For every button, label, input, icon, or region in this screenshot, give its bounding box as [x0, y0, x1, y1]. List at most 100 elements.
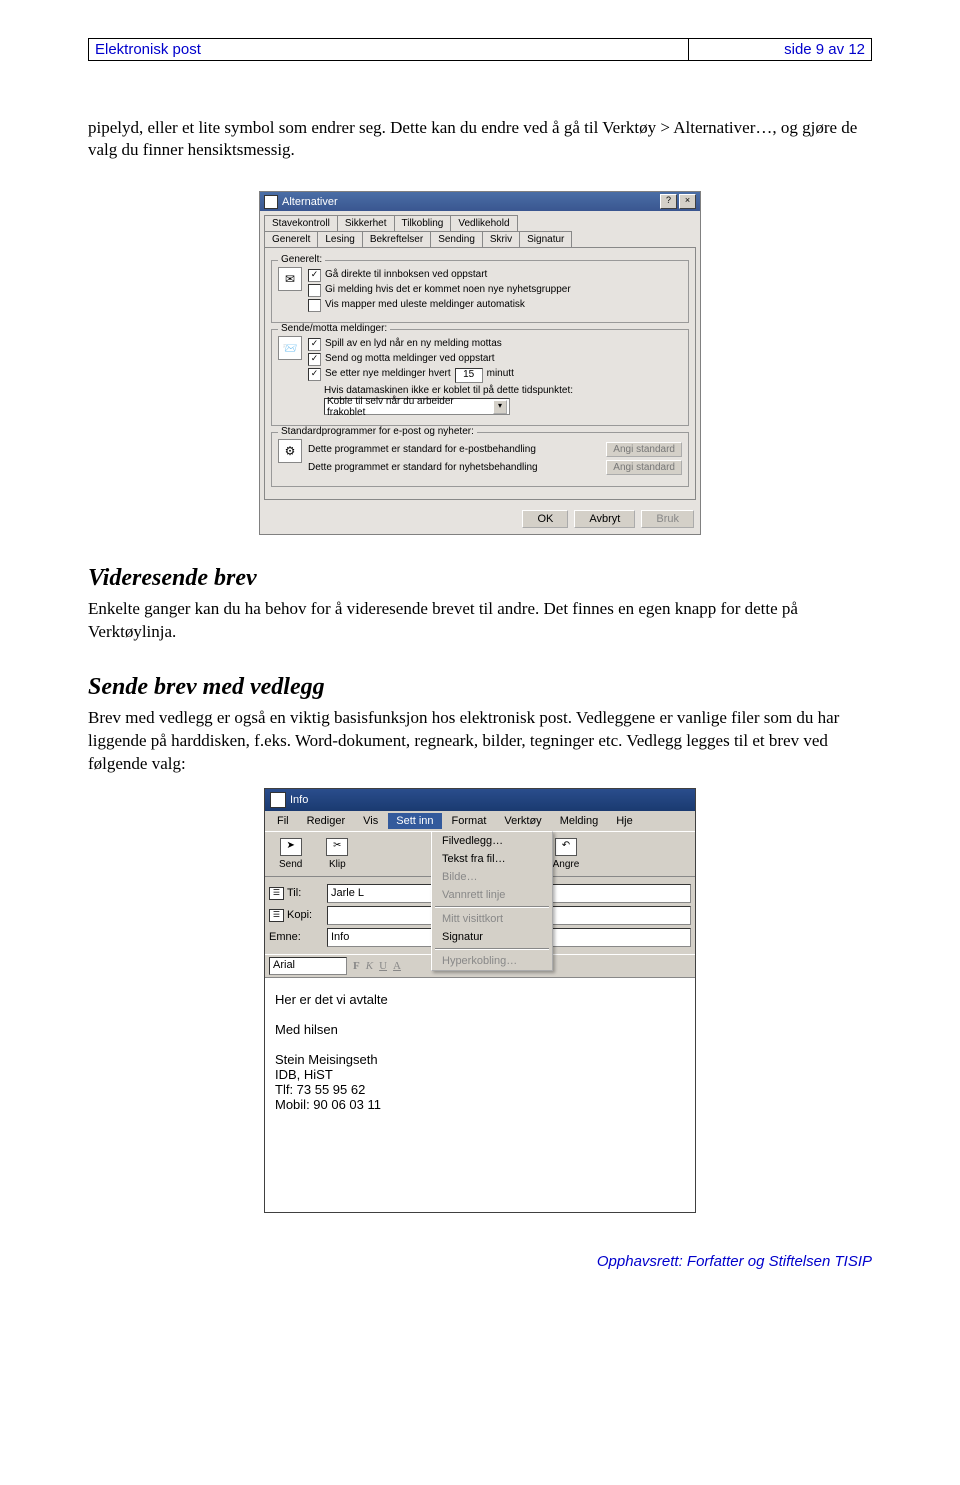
message-body[interactable]: Her er det vi avtalte Med hilsen Stein M… — [265, 978, 695, 1212]
tab-sikkerhet[interactable]: Sikkerhet — [337, 215, 395, 231]
underline-icon[interactable]: U — [379, 960, 387, 972]
menu-vis[interactable]: Vis — [355, 813, 386, 829]
dd-vannrett-linje[interactable]: Vannrett linje — [432, 886, 552, 904]
opt-label-suffix: minutt — [487, 368, 514, 379]
menu-fil[interactable]: Fil — [269, 813, 297, 829]
group-icon: ⚙ — [278, 439, 302, 463]
tab-stavekontroll[interactable]: Stavekontroll — [264, 215, 338, 231]
opt-label: Vis mapper med uleste meldinger automati… — [325, 299, 525, 310]
editor-line: Stein Meisingseth — [275, 1052, 685, 1067]
apply-button[interactable]: Bruk — [641, 510, 694, 528]
tab-row-top: Stavekontroll Sikkerhet Tilkobling Vedli… — [260, 211, 700, 231]
menu-verktoy[interactable]: Verktøy — [496, 813, 549, 829]
sett-inn-dropdown: Filvedlegg… Tekst fra fil… Bilde… Vannre… — [431, 831, 553, 971]
offline-label: Hvis datamaskinen ikke er koblet til på … — [324, 385, 573, 396]
dd-hyperkobling[interactable]: Hyperkobling… — [432, 952, 552, 970]
font-selector[interactable]: Arial — [269, 957, 347, 975]
address-book-icon[interactable]: ☰ — [269, 909, 284, 922]
standard-label: Dette programmet er standard for nyhetsb… — [308, 462, 600, 473]
header-right: side 9 av 12 — [688, 39, 871, 60]
group-label-standard: Standardprogrammer for e-post og nyheter… — [278, 426, 477, 437]
opt-label: Send og motta meldinger ved oppstart — [325, 353, 495, 364]
dd-bilde[interactable]: Bilde… — [432, 868, 552, 886]
group-send-motta: Sende/motta meldinger: 📨 ✓Spill av en ly… — [271, 329, 689, 426]
tab-row-bottom: Generelt Lesing Bekreftelser Sending Skr… — [260, 231, 700, 247]
to-label: Til: — [287, 887, 301, 899]
tab-lesing[interactable]: Lesing — [317, 231, 362, 247]
tab-bekreftelser[interactable]: Bekreftelser — [362, 231, 431, 247]
offline-dropdown[interactable]: Koble til selv når du arbeider frakoblet… — [324, 398, 510, 415]
opt-label: Se etter nye meldinger hvert — [325, 368, 451, 379]
dd-tekst-fra-fil[interactable]: Tekst fra fil… — [432, 850, 552, 868]
page-footer: Opphavsrett: Forfatter og Stiftelsen TIS… — [88, 1253, 872, 1270]
tab-generelt[interactable]: Generelt — [264, 231, 318, 247]
editor-line: Her er det vi avtalte — [275, 992, 685, 1007]
checkbox[interactable]: ✓ — [308, 338, 321, 351]
group-label-generelt: Generelt: — [278, 254, 325, 265]
dd-filvedlegg[interactable]: Filvedlegg… — [432, 832, 552, 850]
checkbox[interactable]: ✓ — [308, 353, 321, 366]
group-standard: Standardprogrammer for e-post og nyheter… — [271, 432, 689, 487]
cc-label: Kopi: — [287, 909, 312, 921]
page-header: Elektronisk post side 9 av 12 — [88, 38, 872, 61]
send-label: Send — [279, 859, 302, 870]
cancel-button[interactable]: Avbryt — [574, 510, 635, 528]
section-body-vedlegg: Brev med vedlegg er også en viktig basis… — [88, 707, 872, 776]
tab-vedlikehold[interactable]: Vedlikehold — [450, 215, 517, 231]
checkbox[interactable] — [308, 299, 321, 312]
menubar: Fil Rediger Vis Sett inn Format Verktøy … — [265, 811, 695, 831]
opt-label: Gi melding hvis det er kommet noen nye n… — [325, 284, 571, 295]
group-generelt: Generelt: ✉ ✓Gå direkte til innboksen ve… — [271, 260, 689, 323]
help-button[interactable]: ? — [660, 194, 677, 209]
dd-separator — [435, 948, 549, 950]
font-color-icon[interactable]: A — [393, 960, 401, 972]
dd-visittkort[interactable]: Mitt visittkort — [432, 910, 552, 928]
menu-format[interactable]: Format — [444, 813, 495, 829]
checkbox[interactable]: ✓ — [308, 368, 321, 381]
bold-icon[interactable]: F — [353, 960, 360, 972]
section-heading-vedlegg: Sende brev med vedlegg — [88, 674, 872, 701]
checkbox[interactable] — [308, 284, 321, 297]
options-dialog: Alternativer ? × Stavekontroll Sikkerhet… — [259, 191, 701, 535]
editor-line: Med hilsen — [275, 1022, 685, 1037]
ok-button[interactable]: OK — [522, 510, 568, 528]
tab-skriv[interactable]: Skriv — [482, 231, 520, 247]
compose-window: Info Fil Rediger Vis Sett inn Format Ver… — [264, 788, 696, 1213]
editor-line: Mobil: 90 06 03 11 — [275, 1097, 685, 1112]
tab-signatur[interactable]: Signatur — [519, 231, 572, 247]
menu-rediger[interactable]: Rediger — [299, 813, 354, 829]
group-label-send: Sende/motta meldinger: — [278, 323, 390, 334]
set-default-button[interactable]: Angi standard — [606, 442, 682, 457]
intro-paragraph: pipelyd, eller et lite symbol som endrer… — [88, 117, 872, 161]
dd-signatur[interactable]: Signatur — [432, 928, 552, 946]
dropdown-arrow-icon: ▾ — [493, 400, 507, 414]
editor-line: Tlf: 73 55 95 62 — [275, 1082, 685, 1097]
compose-title: Info — [290, 794, 308, 806]
tab-sending[interactable]: Sending — [430, 231, 483, 247]
cut-button[interactable]: ✂ Klip — [316, 836, 358, 872]
dd-separator — [435, 906, 549, 908]
opt-label: Spill av en lyd når en ny melding mottas — [325, 338, 502, 349]
interval-input[interactable]: 15 — [455, 368, 483, 383]
menu-sett-inn[interactable]: Sett inn — [388, 813, 441, 829]
checkbox[interactable]: ✓ — [308, 269, 321, 282]
send-button[interactable]: ➤ Send — [269, 836, 312, 872]
cut-icon: ✂ — [326, 838, 348, 856]
undo-icon: ↶ — [555, 838, 577, 856]
italic-icon[interactable]: K — [366, 960, 373, 972]
close-button[interactable]: × — [679, 194, 696, 209]
standard-label: Dette programmet er standard for e-postb… — [308, 444, 600, 455]
set-default-button[interactable]: Angi standard — [606, 460, 682, 475]
section-heading-videresende: Videresende brev — [88, 565, 872, 592]
address-book-icon[interactable]: ☰ — [269, 887, 284, 900]
cut-label: Klip — [329, 859, 346, 870]
menu-melding[interactable]: Melding — [552, 813, 607, 829]
tab-tilkobling[interactable]: Tilkobling — [394, 215, 452, 231]
compose-titlebar: Info — [265, 789, 695, 811]
undo-label: Angre — [553, 859, 580, 870]
menu-hjelp[interactable]: Hje — [608, 813, 641, 829]
section-body-videresende: Enkelte ganger kan du ha behov for å vid… — [88, 598, 872, 644]
dialog-titlebar: Alternativer ? × — [260, 192, 700, 211]
opt-label: Gå direkte til innboksen ved oppstart — [325, 269, 487, 280]
send-icon: ➤ — [280, 838, 302, 856]
